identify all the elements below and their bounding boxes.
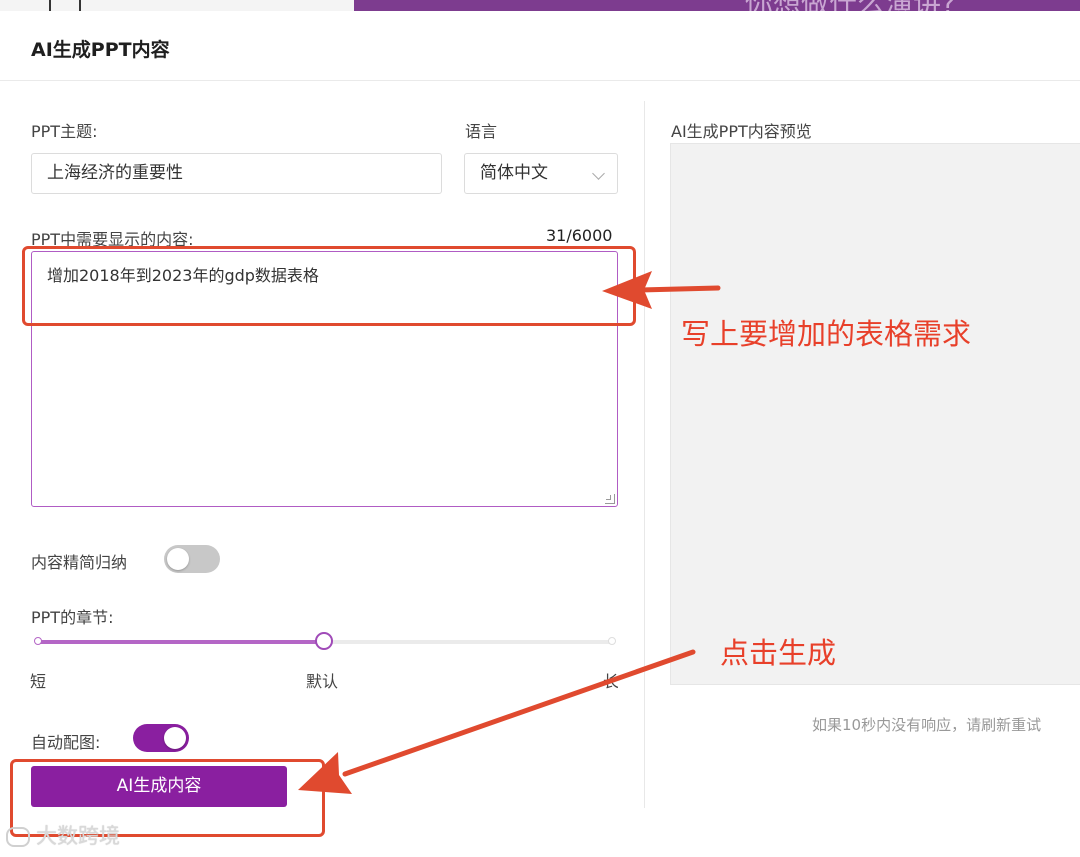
toggle-knob [167,548,189,570]
background-banner-text: 你想做什么演讲? [745,0,956,11]
chapters-slider-fill [37,640,324,644]
watermark: 大数跨境 [6,820,120,850]
slider-stop-long[interactable] [608,637,616,645]
content-char-counter: 31/6000 [546,226,613,245]
language-select-value: 简体中文 [480,163,548,183]
background-page-strip: 你想做什么演讲? [0,0,1080,11]
watermark-text: 大数跨境 [36,824,120,848]
topic-label: PPT主题: [31,122,98,141]
auto-image-toggle[interactable] [133,724,189,752]
app-icon [49,0,81,11]
preview-hint: 如果10秒内没有响应，请刷新重试 [812,716,1042,734]
chapters-slider-handle[interactable] [315,632,333,650]
background-banner [354,0,1080,11]
annotation-box-textarea [22,246,636,326]
language-select[interactable]: 简体中文 [464,153,618,194]
chapters-option-long: 长 [603,672,618,691]
topic-input[interactable]: 上海经济的重要性 [31,153,442,194]
annotation-table-note: 写上要增加的表格需求 [681,317,972,351]
toggle-knob [164,727,186,749]
chapters-option-default: 默认 [306,672,339,691]
chapters-option-short: 短 [30,672,47,691]
resize-grip-icon[interactable] [605,494,615,504]
auto-image-label: 自动配图: [31,733,101,752]
language-label: 语言 [465,122,498,141]
dialog-header: AI生成PPT内容 [0,11,1080,81]
chapters-slider[interactable] [34,632,616,650]
summarize-label: 内容精简归纳 [31,553,128,572]
preview-area [670,143,1080,685]
summarize-toggle[interactable] [164,545,220,573]
dialog-title: AI生成PPT内容 [31,39,170,61]
panel-divider [644,101,645,808]
watermark-logo-icon [6,827,30,847]
chevron-down-icon [592,167,605,180]
chapters-label: PPT的章节: [31,608,114,627]
preview-title: AI生成PPT内容预览 [671,122,812,141]
slider-stop-short[interactable] [34,637,42,645]
annotation-click-note: 点击生成 [720,636,837,670]
